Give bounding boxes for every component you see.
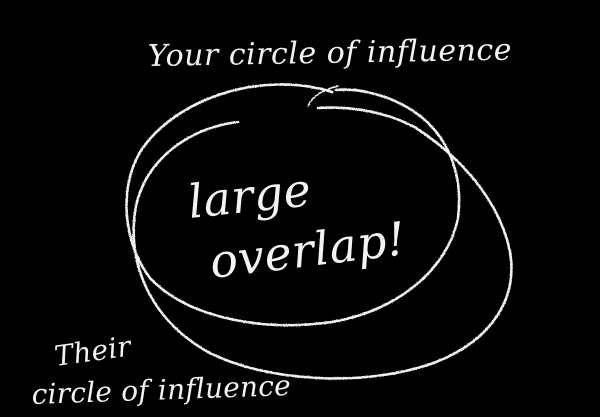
diagram-canvas: Your circle of influence large overlap! … xyxy=(0,0,600,417)
your-circle-label: Your circle of influence xyxy=(148,33,513,74)
